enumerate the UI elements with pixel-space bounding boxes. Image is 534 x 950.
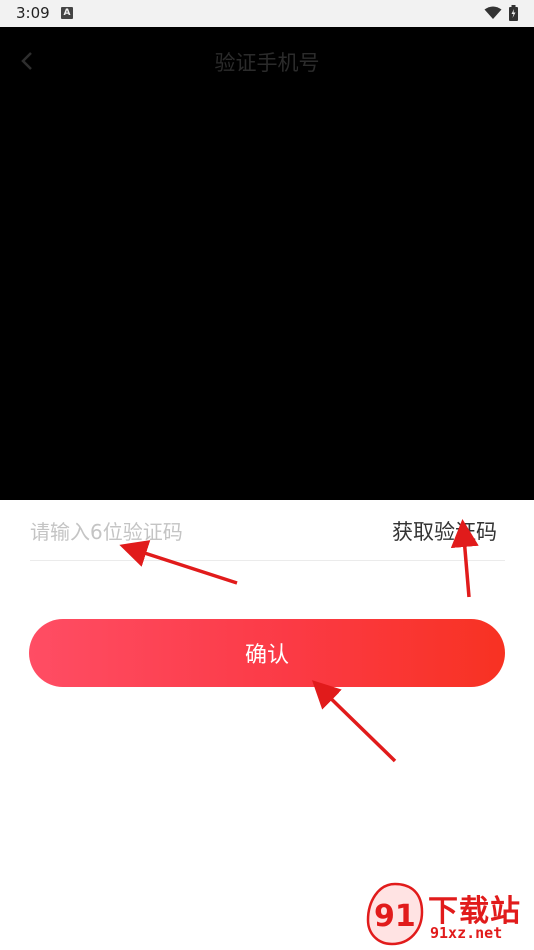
watermark: 91 下载站 91xz.net <box>364 880 532 946</box>
notification-a-icon: A <box>61 7 73 19</box>
arrow-to-input <box>119 540 238 585</box>
page-title: 验证手机号 <box>214 51 320 75</box>
battery-icon <box>509 5 518 21</box>
verification-code-input[interactable] <box>30 515 370 549</box>
get-code-button[interactable]: 获取验证码 <box>392 515 497 549</box>
status-time: 3:09 <box>16 4 50 22</box>
status-bar: 3:09 A <box>0 0 534 27</box>
dark-overlay: 验证手机号 <box>0 27 534 500</box>
arrow-to-confirm <box>311 680 397 763</box>
watermark-logo-icon: 91 <box>366 882 424 946</box>
confirm-button[interactable]: 确认 <box>29 619 505 687</box>
input-divider <box>30 560 505 561</box>
watermark-url: 91xz.net <box>430 924 503 942</box>
svg-text:91: 91 <box>374 899 416 934</box>
wifi-icon <box>484 6 502 19</box>
